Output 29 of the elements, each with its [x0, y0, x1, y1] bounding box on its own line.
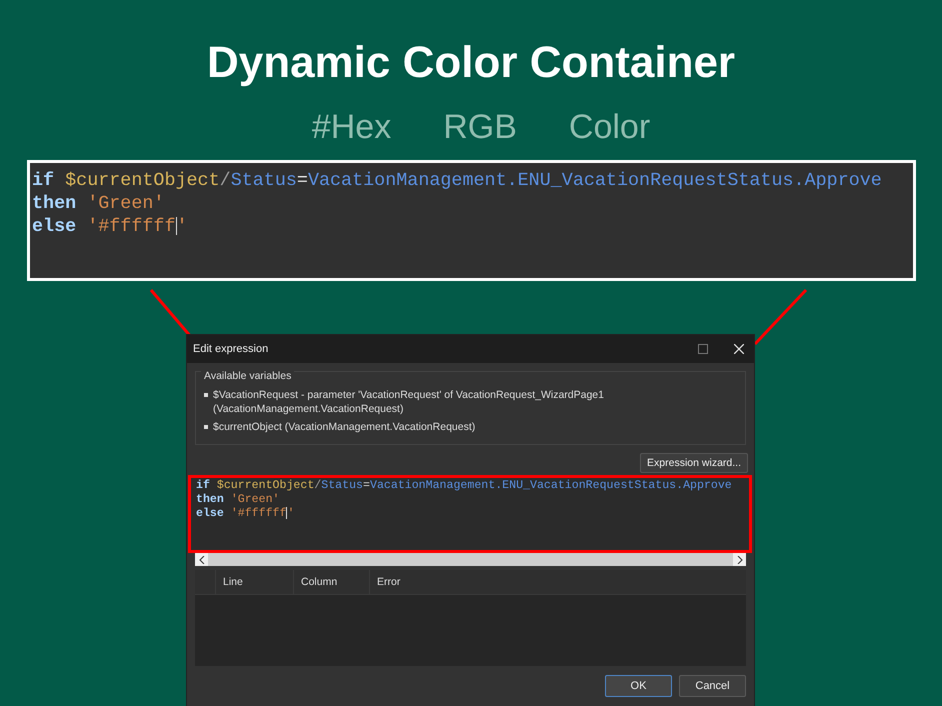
group-legend: Available variables: [201, 370, 294, 382]
page-title: Dynamic Color Container: [206, 38, 736, 88]
horizontal-scrollbar[interactable]: [195, 553, 746, 566]
dialog-title: Edit expression: [193, 343, 270, 355]
format-label: #Hex: [312, 108, 392, 146]
dialog-button[interactable]: Cancel: [679, 675, 746, 697]
code-line: else '#ffffff': [196, 507, 296, 521]
code-line: if $currentObject/Status=VacationManagement.ENU_VacationRequestStatus.Approve: [196, 479, 733, 493]
variable-item: $VacationRequest - parameter 'VacationRequest' of VacationRequest_WizardPage1 (VacationManagement.VacationRequest): [213, 388, 605, 416]
format-label: RGB: [443, 108, 517, 146]
variable-item: $currentObject (VacationManagement.VacationRequest): [213, 420, 476, 434]
expression-wizard-button[interactable]: Expression wizard...: [640, 453, 748, 473]
column-header[interactable]: Line: [215, 570, 293, 594]
code-line: then 'Green': [32, 192, 166, 215]
bullet-icon: [204, 425, 208, 429]
column-header[interactable]: Column: [293, 570, 369, 594]
maximize-icon[interactable]: [698, 344, 708, 354]
leader-line: [754, 288, 808, 346]
expression-editor[interactable]: if $currentObject/Status=VacationManagement.ENU_VacationRequestStatus.Approve then 'Green' else '#ffffff': [188, 475, 752, 553]
dialog-button[interactable]: OK: [605, 675, 672, 697]
code-line: else '#ffffff': [32, 215, 189, 238]
scroll-left-icon[interactable]: [198, 556, 204, 564]
scroll-right-icon[interactable]: [736, 556, 742, 564]
code-line: then 'Green': [196, 493, 281, 507]
column-header[interactable]: Error: [369, 570, 437, 594]
close-icon[interactable]: [734, 344, 744, 354]
bullet-icon: [204, 393, 208, 397]
format-label: Color: [568, 108, 650, 146]
code-line: if $currentObject/Status=VacationManagement.ENU_VacationRequestStatus.Approve: [32, 169, 883, 192]
